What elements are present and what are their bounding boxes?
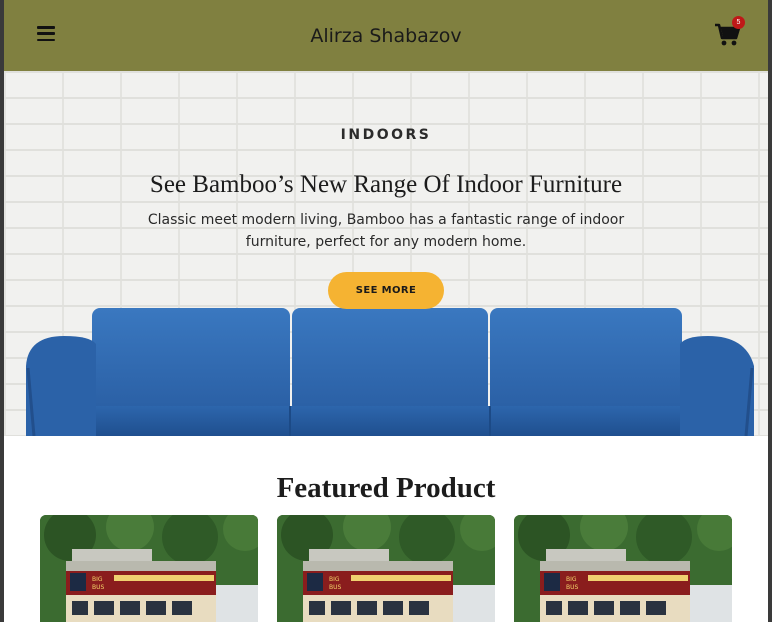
- hero-description: Classic meet modern living, Bamboo has a…: [147, 212, 625, 250]
- cart-count-badge: 5: [732, 16, 745, 29]
- bus-image: BIG BUS: [514, 515, 732, 622]
- product-card[interactable]: BIG BUS: [40, 515, 258, 622]
- site-title: Alirza Shabazov: [310, 24, 462, 47]
- svg-text:BIG: BIG: [92, 576, 103, 583]
- svg-text:BIG: BIG: [566, 576, 577, 583]
- bus-image: BIG BUS: [277, 515, 495, 622]
- svg-text:BUS: BUS: [329, 584, 342, 591]
- hero-title: See Bamboo’s New Range Of Indoor Furnitu…: [149, 171, 623, 198]
- hero-banner: INDOORS See Bamboo’s New Range Of Indoor…: [4, 71, 768, 436]
- hero-kicker: INDOORS: [340, 127, 432, 143]
- window-frame-right: [768, 0, 772, 622]
- see-more-button[interactable]: SEE MORE: [328, 272, 444, 309]
- bus-image: BIG BUS: [40, 515, 258, 622]
- svg-text:BUS: BUS: [566, 584, 579, 591]
- svg-text:BIG: BIG: [329, 576, 340, 583]
- svg-text:BUS: BUS: [92, 584, 105, 591]
- blue-sofa-image: [26, 308, 754, 436]
- navbar: Alirza Shabazov: [4, 0, 768, 71]
- product-card[interactable]: BIG BUS: [277, 515, 495, 622]
- hamburger-menu-icon[interactable]: [37, 26, 55, 42]
- product-card[interactable]: BIG BUS: [514, 515, 732, 622]
- window-frame-left: [0, 0, 4, 622]
- featured-product-heading: Featured Product: [276, 472, 496, 504]
